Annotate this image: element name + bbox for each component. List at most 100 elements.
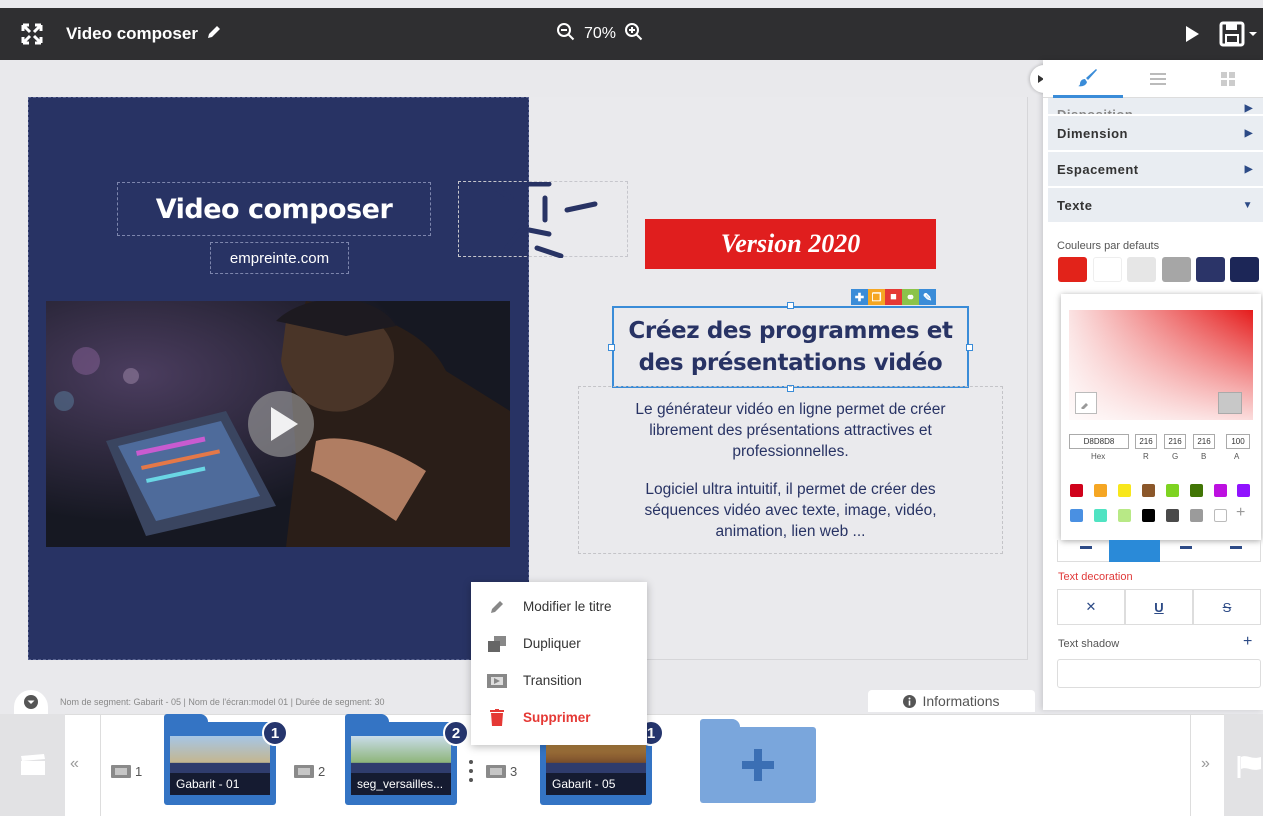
- color-swatch[interactable]: [1230, 257, 1259, 282]
- slide-url[interactable]: empreinte.com: [210, 242, 349, 274]
- duplicate-icon: [471, 635, 523, 652]
- body-text-block[interactable]: Le générateur vidéo en ligne permet de c…: [578, 386, 1003, 554]
- menu-item-modifier-titre[interactable]: Modifier le titre: [471, 588, 647, 625]
- color-swatch[interactable]: [1196, 257, 1225, 282]
- resize-handle-right[interactable]: [966, 344, 973, 351]
- eyedropper-icon[interactable]: [1075, 392, 1097, 414]
- informations-label: Informations: [922, 693, 1000, 709]
- menu-item-label: Modifier le titre: [523, 599, 612, 614]
- edit-icon[interactable]: ✎: [919, 289, 936, 305]
- preset-color[interactable]: [1118, 509, 1131, 522]
- resize-handle-top[interactable]: [787, 302, 794, 309]
- preset-color[interactable]: [1190, 484, 1203, 497]
- timeline-left-rail: [0, 714, 65, 816]
- move-icon[interactable]: ✚: [851, 289, 868, 305]
- text-shadow-input[interactable]: [1057, 659, 1261, 688]
- segment-badge: 1: [262, 720, 288, 746]
- logo-box[interactable]: [458, 181, 628, 259]
- plus-icon: [742, 749, 774, 781]
- color-swatch[interactable]: [1093, 257, 1122, 282]
- align-justify-icon[interactable]: [1230, 546, 1242, 549]
- menu-item-dupliquer[interactable]: Dupliquer: [471, 625, 647, 662]
- selected-heading[interactable]: Créez des programmes et des présentation…: [612, 306, 969, 388]
- segment-number: 3: [510, 764, 518, 779]
- clapperboard-icon[interactable]: [19, 753, 47, 777]
- r-input[interactable]: 216: [1135, 434, 1157, 449]
- preset-color[interactable]: [1166, 484, 1179, 497]
- b-input[interactable]: 216: [1193, 434, 1215, 449]
- add-color-button[interactable]: +: [1236, 504, 1245, 522]
- g-input[interactable]: 216: [1164, 434, 1186, 449]
- version-banner[interactable]: Version 2020: [645, 219, 936, 269]
- play-icon[interactable]: [1180, 8, 1204, 60]
- add-segment-button[interactable]: [700, 719, 816, 803]
- section-label: Disposition: [1057, 107, 1134, 115]
- preset-color[interactable]: [1142, 484, 1155, 497]
- caret-down-icon: ▼: [1242, 199, 1253, 211]
- section-dimension[interactable]: Dimension ▶: [1048, 116, 1263, 151]
- section-texte[interactable]: Texte ▼: [1048, 188, 1263, 223]
- video-thumbnail[interactable]: [46, 301, 510, 547]
- copy-icon[interactable]: ❐: [868, 289, 885, 305]
- a-input[interactable]: 100: [1226, 434, 1250, 449]
- save-icon[interactable]: [1213, 8, 1263, 60]
- preset-color[interactable]: [1142, 509, 1155, 522]
- section-label: Dimension: [1057, 125, 1128, 141]
- no-decoration-button[interactable]: ✕: [1057, 589, 1125, 625]
- a-label: A: [1234, 452, 1240, 461]
- color-swatch[interactable]: [1127, 257, 1156, 282]
- underline-button[interactable]: U: [1125, 589, 1193, 625]
- delete-icon[interactable]: ■: [885, 289, 902, 305]
- preset-color[interactable]: [1070, 509, 1083, 522]
- segment-card-2[interactable]: seg_versailles... 2: [345, 714, 469, 805]
- color-swatch[interactable]: [1058, 257, 1087, 282]
- preset-color[interactable]: [1094, 509, 1107, 522]
- hex-input[interactable]: D8D8D8: [1069, 434, 1129, 449]
- preset-color[interactable]: [1214, 509, 1227, 522]
- segment-card-1[interactable]: Gabarit - 01 1: [164, 714, 288, 805]
- timeline-prev[interactable]: «: [70, 755, 79, 773]
- zoom-out-icon[interactable]: [556, 22, 576, 47]
- preset-color[interactable]: [1237, 484, 1250, 497]
- edit-title-icon[interactable]: [206, 24, 222, 45]
- align-right-icon[interactable]: [1180, 546, 1192, 549]
- text-shadow-label: Text shadow: [1058, 638, 1120, 650]
- fullscreen-icon[interactable]: [18, 8, 46, 60]
- flag-icon[interactable]: [1237, 754, 1263, 778]
- timeline-next[interactable]: »: [1201, 755, 1210, 773]
- tab-layers[interactable]: [1123, 60, 1193, 98]
- align-center-button[interactable]: [1109, 540, 1160, 562]
- link-icon[interactable]: ⚭: [902, 289, 919, 305]
- list-icon: [1150, 73, 1166, 85]
- strikethrough-button[interactable]: S: [1193, 589, 1261, 625]
- slide-title[interactable]: Video composer: [117, 182, 431, 236]
- menu-item-supprimer[interactable]: Supprimer: [471, 699, 647, 736]
- preset-color[interactable]: [1070, 484, 1083, 497]
- more-options-icon[interactable]: [469, 760, 473, 782]
- menu-item-transition[interactable]: Transition: [471, 662, 647, 699]
- menu-item-label: Transition: [523, 673, 582, 688]
- segment-name: Gabarit - 01: [170, 773, 270, 795]
- body-line: animation, lien web ...: [715, 523, 866, 540]
- menu-item-label: Supprimer: [523, 710, 591, 725]
- tab-style[interactable]: [1053, 60, 1123, 98]
- text-decoration-label: Text decoration: [1058, 571, 1133, 583]
- color-swatch[interactable]: [1162, 257, 1191, 282]
- preset-color[interactable]: [1214, 484, 1227, 497]
- body-line: librement des présentations attractives …: [649, 422, 932, 439]
- resize-handle-left[interactable]: [608, 344, 615, 351]
- preset-color[interactable]: [1190, 509, 1203, 522]
- align-left-icon[interactable]: [1080, 546, 1092, 549]
- add-shadow-button[interactable]: +: [1243, 633, 1252, 651]
- tab-grid[interactable]: [1193, 60, 1263, 98]
- zoom-in-icon[interactable]: [624, 22, 644, 47]
- section-disposition[interactable]: Disposition ▶: [1048, 98, 1263, 115]
- segment-name: seg_versailles...: [351, 773, 451, 795]
- preset-color[interactable]: [1094, 484, 1107, 497]
- preset-color[interactable]: [1118, 484, 1131, 497]
- informations-tab[interactable]: Informations: [868, 690, 1035, 712]
- section-espacement[interactable]: Espacement ▶: [1048, 152, 1263, 187]
- preset-color[interactable]: [1166, 509, 1179, 522]
- segment-badge: 2: [443, 720, 469, 746]
- b-label: B: [1201, 452, 1207, 461]
